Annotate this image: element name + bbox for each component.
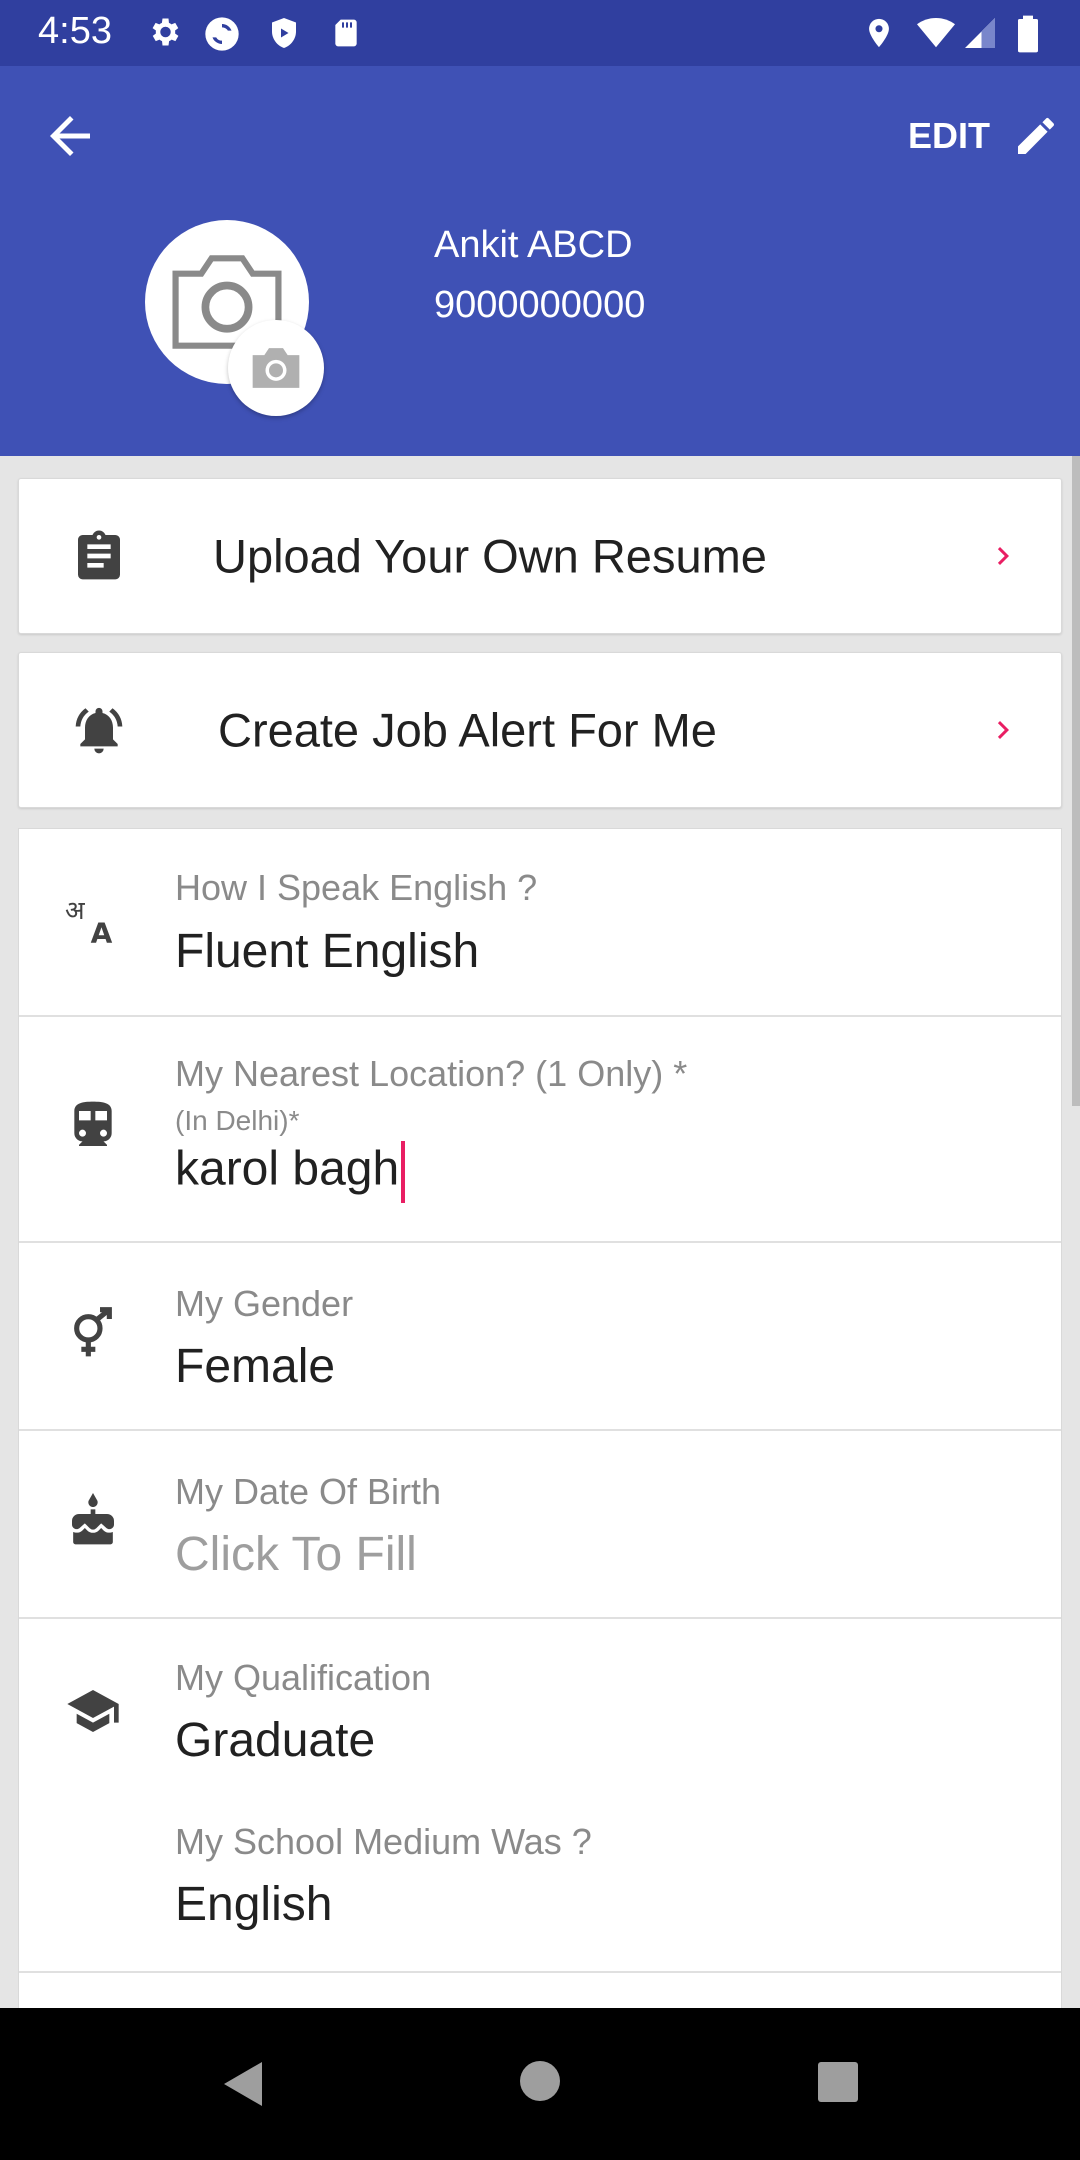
qualification-field[interactable]: My Qualification Graduate My School Medi… [19,1619,1061,1973]
english-value: Fluent English [175,925,480,978]
gender-field[interactable]: My Gender Female [19,1243,1061,1431]
profile-header: EDIT Ankit ABCD 9000000000 [0,66,1080,456]
chevron-right-icon [997,547,1009,565]
sd-card-icon [335,19,357,47]
gender-icon [74,1307,112,1357]
scrollbar[interactable] [1072,456,1080,1106]
location-field[interactable]: My Nearest Location? (1 Only) * (In Delh… [19,1017,1061,1243]
svg-text:A: A [91,916,113,947]
create-job-alert-card[interactable]: Create Job Alert For Me [18,652,1062,808]
back-triangle-icon[interactable] [220,2060,264,2108]
gender-value: Female [175,1340,336,1393]
signal-icon [965,18,995,48]
location-input[interactable]: karol bagh [175,1141,406,1203]
home-circle-icon[interactable] [520,2061,560,2101]
school-icon [67,1690,119,1732]
upload-resume-label: Upload Your Own Resume [213,529,767,583]
profile-phone: 9000000000 [434,284,646,326]
location-value: karol bagh [175,1142,400,1196]
recents-square-icon[interactable] [818,2062,858,2102]
school-medium-value[interactable]: English [175,1877,332,1932]
camera-icon [252,348,300,388]
status-time: 4:53 [38,10,112,52]
clipboard-icon [78,530,120,580]
pencil-icon [1018,118,1054,154]
arrow-back-icon[interactable] [40,106,100,166]
settings-icon [152,18,179,46]
dob-value: Click To Fill [175,1528,417,1581]
dob-hint: My Date Of Birth [175,1471,442,1512]
change-photo-button[interactable] [228,320,324,416]
cake-icon [72,1493,114,1545]
qualification-value: Graduate [175,1714,376,1767]
location-hint: My Nearest Location? (1 Only) * [175,1053,688,1094]
text-cursor [401,1141,406,1203]
battery-icon [1018,15,1038,53]
profile-name: Ankit ABCD [434,224,633,266]
train-icon [74,1101,112,1146]
translate-icon: अ A [65,896,113,947]
upload-resume-card[interactable]: Upload Your Own Resume [18,478,1062,634]
shield-icon [272,18,296,48]
chevron-right-icon [997,721,1009,739]
status-bar: 4:53 [0,0,1080,66]
edit-label: EDIT [907,115,990,156]
svg-text:अ: अ [65,896,85,926]
sync-icon [205,17,239,51]
english-field[interactable]: अ A How I Speak English ? Fluent English [19,829,1061,1017]
system-nav-bar [0,2008,1080,2160]
english-hint: How I Speak English ? [175,867,538,908]
wifi-icon [917,17,955,48]
location-icon [869,18,889,48]
bell-ring-icon [75,707,123,754]
location-subhint: (In Delhi)* [175,1105,300,1136]
school-medium-hint: My School Medium Was ? [175,1821,592,1862]
profile-form: अ A How I Speak English ? Fluent English… [18,828,1062,2009]
create-job-alert-label: Create Job Alert For Me [218,703,717,757]
gender-hint: My Gender [175,1283,354,1324]
edit-button[interactable]: EDIT [908,106,1060,166]
qualification-hint: My Qualification [175,1657,432,1698]
dob-field[interactable]: My Date Of Birth Click To Fill [19,1431,1061,1619]
